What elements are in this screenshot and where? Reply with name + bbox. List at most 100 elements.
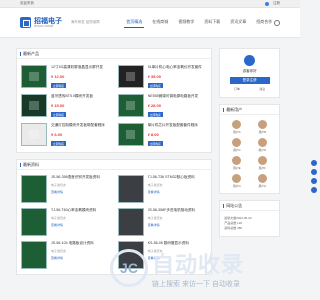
buy-button[interactable]: 立即购买 — [147, 141, 163, 146]
user-item[interactable]: 用户C — [226, 138, 247, 152]
resource-title[interactable]: TJ-56-T60心率血氧模块资料 — [51, 208, 111, 213]
resource-card[interactable]: TJ-56-T60心率血氧模块资料 电子发烧友 查看详情 — [21, 208, 111, 236]
resource-title[interactable]: TJ-56-T36 STM32核心板资料 — [148, 175, 208, 180]
buy-button[interactable]: 立即购买 — [51, 141, 67, 146]
resource-meta: 电子发烧友 — [147, 216, 163, 220]
site-header: 招福电子 ZHAOFU DIANZI 海外研发 品质保障 首页精选 在线商城 视… — [0, 8, 300, 38]
avatar[interactable] — [232, 138, 242, 147]
users-heading: 最新用户 — [220, 105, 279, 115]
resource-link[interactable]: 查看详情 — [148, 190, 208, 194]
avatar[interactable] — [232, 174, 242, 183]
search-icon[interactable] — [274, 19, 280, 26]
resource-card[interactable]: JS-56-358语音识别开发板资料 电子发烧友 查看详情 — [21, 175, 111, 203]
product-price: ¥ 15.00 — [51, 102, 65, 108]
product-title[interactable]: 交通灯控制模块开发板带配套程序 — [51, 123, 111, 127]
site-tagline: 海外研发 品质保障 — [70, 20, 100, 24]
user-item[interactable]: 用户D — [252, 138, 273, 152]
product-card[interactable]: 交通灯控制模块开发板带配套程序 ¥ 6.00 立即购买 — [21, 123, 111, 146]
site-logo[interactable]: 招福电子 ZHAOFU DIANZI — [20, 17, 71, 28]
resource-link[interactable]: 查看详情 — [51, 223, 111, 227]
product-image[interactable] — [117, 94, 144, 117]
resource-card[interactable]: JS-56-104 电路板设计资料 电子发烧友查看详情 — [21, 241, 111, 269]
wechat-icon[interactable] — [311, 169, 317, 175]
orders-link[interactable]: 订单 — [234, 87, 240, 91]
messages-link[interactable]: 消息 — [259, 87, 265, 91]
resources-heading: 最新资料 — [17, 160, 212, 170]
nav-download[interactable]: 资料下载 — [202, 17, 222, 28]
nav-partners[interactable]: 招商合作 — [254, 17, 274, 28]
resource-title[interactable]: JS-56-104 电路板设计资料 — [51, 241, 111, 246]
main-nav: 首页精选 在线商城 视频教学 资料下载 资讯文章 招商合作 — [124, 17, 274, 28]
product-card[interactable]: NE555微调可调电源电路板开发 ¥ 28.00 立即购买 — [117, 94, 208, 117]
resource-link[interactable]: 查看详情 — [51, 256, 111, 260]
watermark-title: 自动收录 — [152, 251, 245, 277]
product-card[interactable]: 蓝牙透传BT5.0模块开发板 ¥ 15.00 立即购买 — [21, 94, 111, 117]
product-image[interactable] — [21, 123, 47, 146]
resource-link[interactable]: 查看详情 — [51, 190, 111, 194]
product-price: ¥ 28.00 — [147, 102, 161, 108]
user-item[interactable]: 用户A — [226, 120, 247, 134]
avatar[interactable] — [244, 55, 256, 66]
resource-meta: 电子发烧友 — [51, 249, 67, 253]
profile-name: 游客你好 — [242, 69, 257, 73]
product-image[interactable] — [117, 65, 144, 88]
avatar[interactable] — [257, 156, 267, 165]
resource-title[interactable]: JS-56-358语音识别开发板资料 — [51, 175, 111, 180]
product-title[interactable]: 12寸4G高清彩屏液晶显示屏开发 — [51, 65, 111, 69]
resource-link[interactable]: 查看详情 — [148, 223, 208, 227]
product-title[interactable]: 单片机芯片开发板配套套件程序 — [148, 123, 208, 127]
watermark: JC 自动收录 链上搜索 来访一下 自动收录 — [110, 240, 295, 295]
watermark-logo-icon: JC — [110, 248, 148, 287]
login-button[interactable]: 登录注册 — [229, 77, 270, 84]
product-price: ¥ 12.00 — [51, 73, 65, 79]
user-item[interactable]: 用户F — [252, 156, 273, 170]
buy-button[interactable]: 立即购买 — [51, 83, 67, 88]
user-item[interactable]: 用户H — [252, 174, 273, 188]
products-heading: 最新产品 — [17, 49, 212, 59]
resource-card[interactable]: TJ-56-T36 STM32核心板资料 电子发烧友 查看详情 — [117, 175, 208, 203]
resource-image[interactable] — [21, 241, 47, 269]
nav-home[interactable]: 首页精选 — [124, 17, 145, 28]
resource-card[interactable]: JS-56-358F步进电机驱动资料 电子发烧友查看详情 — [117, 208, 208, 236]
logo-title: 招福电子 — [34, 17, 62, 25]
product-image[interactable] — [21, 65, 47, 88]
back-to-top-icon[interactable] — [311, 187, 317, 193]
product-card[interactable]: 51单片机心电心率血氧仪开发套件 ¥ 35.00 立即购买 — [117, 65, 208, 88]
user-icon — [265, 1, 269, 6]
resource-title[interactable]: JS-56-358F步进电机驱动资料 — [148, 208, 208, 213]
resource-image[interactable] — [117, 175, 144, 203]
resource-image[interactable] — [117, 208, 144, 236]
avatar[interactable] — [232, 156, 242, 165]
nav-video[interactable]: 视频教学 — [176, 17, 196, 28]
user-item[interactable]: 用户E — [226, 156, 247, 170]
product-image[interactable] — [117, 123, 144, 146]
register-link[interactable]: 注册 — [273, 1, 280, 6]
nav-articles[interactable]: 资讯文章 — [228, 17, 248, 28]
product-price: ¥ 35.00 — [147, 73, 161, 79]
product-title[interactable]: 蓝牙透传BT5.0模块开发板 — [51, 94, 111, 98]
product-card[interactable]: 单片机芯片开发板配套套件程序 ¥ 8.00 立即购买 — [117, 123, 208, 146]
logo-subtitle: ZHAOFU DIANZI — [34, 24, 54, 28]
buy-button[interactable]: 立即购买 — [147, 112, 163, 117]
product-price: ¥ 6.00 — [51, 131, 63, 137]
avatar[interactable] — [257, 174, 267, 183]
product-image[interactable] — [21, 94, 47, 117]
avatar[interactable] — [257, 138, 267, 147]
topbar-welcome: 欢迎来到 — [20, 1, 34, 5]
avatar[interactable] — [257, 120, 267, 129]
user-item[interactable]: 用户G — [226, 174, 247, 188]
buy-button[interactable]: 立即购买 — [51, 112, 67, 117]
logo-icon — [20, 17, 31, 28]
product-card[interactable]: 12寸4G高清彩屏液晶显示屏开发 ¥ 12.00 立即购买 — [21, 65, 111, 88]
avatar[interactable] — [232, 120, 242, 129]
nav-shop[interactable]: 在线商城 — [150, 17, 170, 28]
resource-image[interactable] — [21, 208, 47, 236]
stats-panel: 网站公告 最新文章2022-05-03 产品总数 120 资料总数 480 — [219, 200, 280, 237]
user-item[interactable]: 用户B — [252, 120, 273, 134]
phone-icon[interactable] — [311, 178, 317, 184]
resource-image[interactable] — [21, 175, 47, 203]
qq-icon[interactable] — [311, 160, 317, 166]
buy-button[interactable]: 立即购买 — [147, 83, 163, 88]
product-title[interactable]: NE555微调可调电源电路板开发 — [148, 94, 208, 98]
product-title[interactable]: 51单片机心电心率血氧仪开发套件 — [148, 65, 208, 69]
